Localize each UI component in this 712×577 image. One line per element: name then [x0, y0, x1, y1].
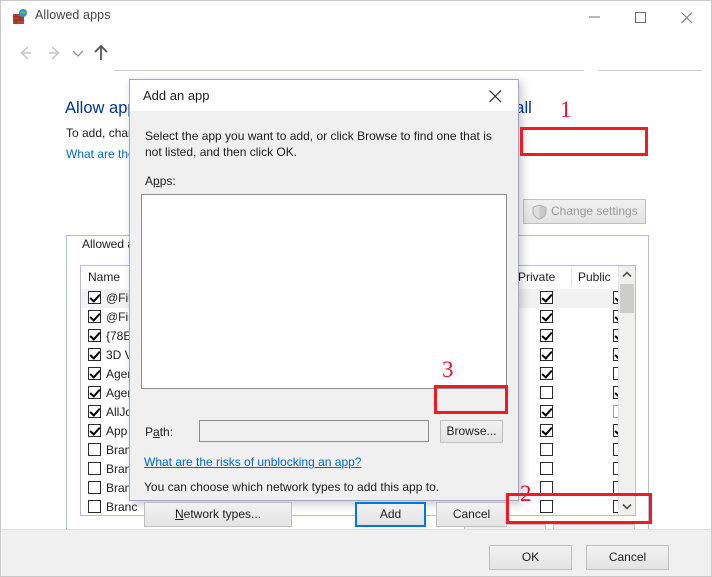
row-private-checkbox[interactable] [540, 405, 553, 418]
apps-label: Apps: [145, 174, 176, 188]
unblocking-risks-link[interactable]: What are the risks of unblocking an app? [144, 455, 361, 469]
row-enabled-checkbox[interactable] [88, 348, 101, 361]
back-arrow-icon[interactable] [14, 42, 36, 64]
row-private-checkbox[interactable] [540, 462, 553, 475]
shield-icon [532, 204, 547, 223]
up-arrow-icon[interactable] [90, 42, 112, 64]
row-enabled-checkbox[interactable] [88, 462, 101, 475]
listview-scrollbar[interactable] [618, 266, 635, 515]
chevron-down-icon[interactable] [619, 498, 635, 515]
add-button[interactable]: Add [355, 502, 426, 527]
row-enabled-checkbox[interactable] [88, 481, 101, 494]
add-an-app-dialog: Add an app Select the app you want to ad… [129, 79, 519, 527]
change-settings-button[interactable]: Change settings [523, 199, 646, 224]
history-chevron-down-icon[interactable] [69, 42, 87, 64]
window-title: Allowed apps [35, 8, 111, 22]
row-private-checkbox[interactable] [540, 386, 553, 399]
allowed-apps-window: Allowed apps Allow apps To add, What are… [0, 0, 712, 577]
row-enabled-checkbox[interactable] [88, 386, 101, 399]
annotation-number-2: 2 [520, 481, 532, 506]
dialog-cancel-button[interactable]: Cancel [436, 502, 507, 527]
row-enabled-checkbox[interactable] [88, 291, 101, 304]
maximize-button[interactable] [620, 1, 666, 32]
path-input[interactable] [199, 420, 429, 442]
row-enabled-checkbox[interactable] [88, 367, 101, 380]
dialog-body: Select the app you want to add, or click… [130, 111, 518, 527]
firewall-brick-icon [12, 9, 28, 25]
ok-button[interactable]: OK [489, 545, 572, 570]
browse-button[interactable]: Browse... [440, 420, 503, 443]
change-settings-label: Change settings [551, 204, 638, 218]
row-private-checkbox[interactable] [540, 443, 553, 456]
column-header-name[interactable]: Name [88, 270, 120, 284]
minimize-button[interactable] [574, 1, 620, 32]
dialog-description: Select the app you want to add, or click… [145, 129, 492, 159]
row-enabled-checkbox[interactable] [88, 310, 101, 323]
row-private-checkbox[interactable] [540, 424, 553, 437]
network-types-button[interactable]: Network types... [144, 502, 292, 527]
row-private-checkbox[interactable] [540, 310, 553, 323]
row-enabled-checkbox[interactable] [88, 329, 101, 342]
row-app-name: Branc [106, 500, 138, 514]
close-button[interactable] [666, 1, 711, 32]
address-bar: « Windows Defender Firewall › Allowed ap… [1, 33, 711, 93]
row-private-checkbox[interactable] [540, 291, 553, 304]
forward-arrow-icon[interactable] [44, 42, 66, 64]
row-private-checkbox[interactable] [540, 367, 553, 380]
scrollbar-thumb[interactable] [620, 284, 634, 313]
dialog-close-button[interactable] [474, 80, 518, 110]
row-private-checkbox[interactable] [540, 348, 553, 361]
dialog-title: Add an app [143, 88, 210, 103]
annotation-number-3: 3 [442, 357, 454, 382]
path-label: Path: [145, 425, 174, 439]
chevron-up-icon[interactable] [619, 266, 635, 283]
column-header-private[interactable]: Private [518, 270, 555, 284]
annotation-number-1: 1 [560, 97, 572, 122]
row-enabled-checkbox[interactable] [88, 443, 101, 456]
row-enabled-checkbox[interactable] [88, 500, 101, 513]
row-private-checkbox[interactable] [540, 500, 553, 513]
row-enabled-checkbox[interactable] [88, 424, 101, 437]
row-enabled-checkbox[interactable] [88, 405, 101, 418]
footer-bar: OK Cancel [2, 529, 711, 576]
network-types-description: You can choose which network types to ad… [144, 480, 440, 494]
cancel-button[interactable]: Cancel [586, 545, 669, 570]
column-header-public[interactable]: Public [578, 270, 611, 284]
dialog-title-bar: Add an app [130, 80, 518, 111]
row-private-checkbox[interactable] [540, 329, 553, 342]
row-private-checkbox[interactable] [540, 481, 553, 494]
title-bar: Allowed apps [1, 1, 711, 34]
